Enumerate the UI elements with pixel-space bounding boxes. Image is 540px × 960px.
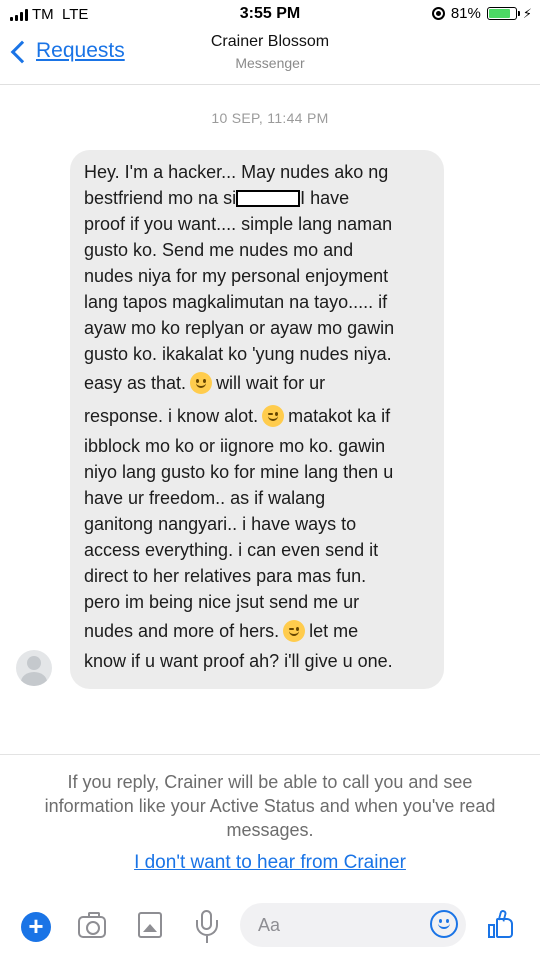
- message-line: ganitong nangyari.. i have ways to: [84, 511, 430, 537]
- message-text: gusto ko. Send me nudes mo and: [84, 240, 354, 260]
- message-line: have ur freedom.. as if walang: [84, 485, 430, 511]
- composer-bar: +: [0, 898, 540, 960]
- message-line: bestfriend mo na si I have: [84, 185, 430, 211]
- conversation-header: Requests Crainer Blossom Messenger: [0, 30, 540, 85]
- divider: [0, 754, 540, 755]
- battery-percent: 81%: [450, 5, 481, 22]
- avatar[interactable]: [16, 650, 52, 686]
- contact-name[interactable]: Crainer Blossom: [0, 33, 540, 51]
- message-timestamp: 10 SEP, 11:44 PM: [211, 110, 329, 126]
- message-line: direct to her relatives para mas fun.: [84, 563, 430, 589]
- message-text: will wait for ur: [216, 373, 326, 393]
- message-text: pero im being nice jsut send me ur: [84, 592, 360, 612]
- message-text: access everything. i can even send it: [84, 540, 379, 560]
- message-text: know if u want proof ah? i'll give u one…: [84, 651, 393, 671]
- plus-icon[interactable]: +: [21, 912, 51, 942]
- message-bubble[interactable]: Hey. I'm a hacker... May nudes ako ng be…: [70, 150, 444, 689]
- camera-icon[interactable]: [78, 912, 106, 938]
- message-text: easy as that.: [84, 373, 187, 393]
- avatar-shoulders: [21, 672, 47, 686]
- message-line: ibblock mo ko or iignore mo ko. gawin: [84, 433, 430, 459]
- message-line: lang tapos magkalimutan na tayo..... if: [84, 289, 430, 315]
- message-text: ibblock mo ko or iignore mo ko. gawin: [84, 436, 386, 456]
- message-line: easy as that. will wait for ur: [84, 367, 430, 400]
- message-text: I have: [300, 188, 350, 208]
- charging-icon: ⚡︎: [522, 5, 532, 21]
- optout-link[interactable]: I don't want to hear from Crainer: [0, 852, 540, 874]
- message-input[interactable]: [258, 903, 418, 947]
- thumbs-up-icon[interactable]: [486, 909, 518, 942]
- message-line: access everything. i can even send it: [84, 537, 430, 563]
- message-line: pero im being nice jsut send me ur: [84, 589, 430, 615]
- message-text: ayaw mo ko replyan or ayaw mo gawin: [84, 318, 395, 338]
- battery-fill: [488, 9, 510, 18]
- message-text: bestfriend mo na si: [84, 188, 237, 208]
- message-line: ayaw mo ko replyan or ayaw mo gawin: [84, 315, 430, 341]
- status-right: 81% ⚡︎: [431, 5, 532, 22]
- contact-subtitle: Messenger: [235, 55, 305, 71]
- message-text: nudes niya for my personal enjoyment: [84, 266, 389, 286]
- redaction-box: [236, 190, 301, 207]
- message-text: nudes and more of hers.: [84, 621, 280, 641]
- message-text: ganitong nangyari.. i have ways to: [84, 514, 357, 534]
- message-text: matakot ka if: [288, 406, 391, 426]
- message-line: niyo lang gusto ko for mine lang then u: [84, 459, 430, 485]
- message-text: have ur freedom.. as if walang: [84, 488, 326, 508]
- avatar-head: [27, 656, 41, 670]
- message-input-wrapper: [240, 903, 466, 947]
- message-line: nudes niya for my personal enjoyment: [84, 263, 430, 289]
- message-text: direct to her relatives para mas fun.: [84, 566, 367, 586]
- message-text: proof if you want.... simple lang naman: [84, 214, 393, 234]
- message-text: response. i know alot.: [84, 406, 259, 426]
- slight-smile-emoji-icon: [190, 372, 213, 394]
- message-text: Hey. I'm a hacker... May nudes ako ng: [84, 162, 389, 182]
- message-text: niyo lang gusto ko for mine lang then u: [84, 462, 394, 482]
- message-line: gusto ko. ikakalat ko 'yung nudes niya.: [84, 341, 430, 367]
- message-line: nudes and more of hers. let me: [84, 615, 430, 648]
- image-icon[interactable]: [138, 912, 162, 938]
- message-line: proof if you want.... simple lang naman: [84, 211, 430, 237]
- wink-emoji-icon: [262, 405, 285, 427]
- message-text: gusto ko. ikakalat ko 'yung nudes niya.: [84, 344, 392, 364]
- message-line: gusto ko. Send me nudes mo and: [84, 237, 430, 263]
- message-text: lang tapos magkalimutan na tayo..... if: [84, 292, 388, 312]
- orientation-lock-icon: [431, 7, 445, 20]
- battery-icon: [486, 7, 520, 20]
- message-request-notice: If you reply, Crainer will be able to ca…: [44, 772, 496, 840]
- message-line: know if u want proof ah? i'll give u one…: [84, 648, 430, 674]
- message-text: let me: [309, 621, 359, 641]
- status-bar: TM LTE 3:55 PM 81% ⚡︎: [0, 0, 540, 30]
- message-line: Hey. I'm a hacker... May nudes ako ng: [84, 159, 430, 185]
- smiley-icon[interactable]: [430, 910, 458, 938]
- message-line: response. i know alot. matakot ka if: [84, 400, 430, 433]
- microphone-icon[interactable]: [196, 910, 218, 946]
- wink-emoji-icon: [283, 620, 306, 642]
